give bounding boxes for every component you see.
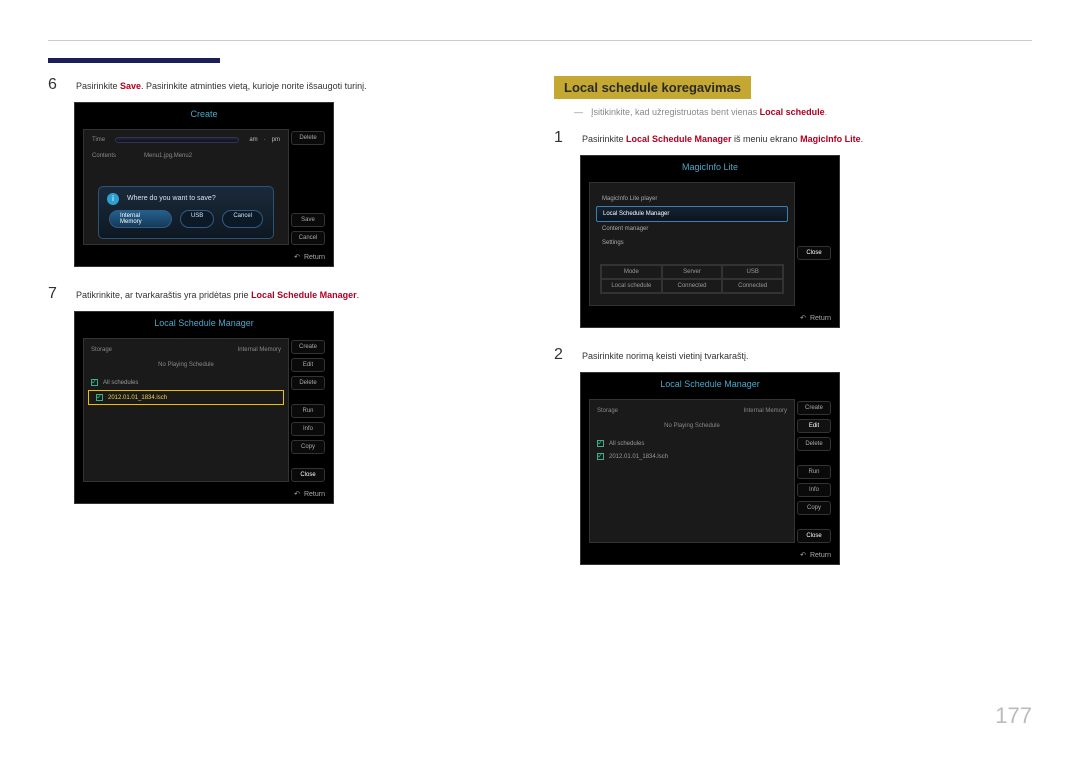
run-button[interactable]: Run	[797, 465, 831, 479]
menu-item[interactable]: Settings	[596, 236, 788, 250]
checkbox-icon	[597, 440, 604, 447]
step-2: 2 Pasirinkite norimą keisti vietinį tvar…	[554, 346, 1032, 364]
return-icon: ↶	[800, 314, 806, 322]
step-number: 2	[554, 346, 570, 364]
list-item[interactable]: All schedules	[84, 376, 288, 389]
close-button[interactable]: Close	[797, 529, 831, 543]
info-icon: i	[107, 193, 119, 205]
dialog-question: Where do you want to save?	[127, 195, 263, 202]
screenshot-create: Create Timeam·pm ContentsMenu1.jpg,Menu2…	[74, 102, 334, 267]
close-button[interactable]: Close	[291, 468, 325, 482]
run-button[interactable]: Run	[291, 404, 325, 418]
copy-button[interactable]: Copy	[797, 501, 831, 515]
step-text: Pasirinkite norimą keisti vietinį tvarka…	[582, 346, 749, 364]
save-button[interactable]: Save	[291, 213, 325, 227]
list-item[interactable]: All schedules	[590, 437, 794, 450]
step-text: Pasirinkite Local Schedule Manager iš me…	[582, 129, 863, 147]
create-button[interactable]: Create	[291, 340, 325, 354]
right-column: Local schedule koregavimas ―Įsitikinkite…	[554, 76, 1032, 583]
usb-button[interactable]: USB	[180, 210, 214, 228]
delete-button[interactable]: Delete	[797, 437, 831, 451]
panel-title: Local Schedule Manager	[75, 312, 333, 332]
delete-button[interactable]: Delete	[291, 131, 325, 145]
status-grid: Mode Server USB Local schedule Connected…	[600, 264, 784, 294]
edit-button[interactable]: Edit	[797, 419, 831, 433]
page-number: 177	[995, 703, 1032, 729]
section-note: ―Įsitikinkite, kad užregistruotas bent v…	[574, 107, 1032, 117]
step-7: 7 Patikrinkite, ar tvarkaraštis yra prid…	[48, 285, 526, 303]
step-6: 6 Pasirinkite Save. Pasirinkite atmintie…	[48, 76, 526, 94]
section-heading: Local schedule koregavimas	[554, 76, 751, 99]
info-button[interactable]: Info	[291, 422, 325, 436]
step-text: Patikrinkite, ar tvarkaraštis yra pridėt…	[76, 285, 359, 303]
step-text: Pasirinkite Save. Pasirinkite atminties …	[76, 76, 367, 94]
return-icon: ↶	[800, 551, 806, 559]
header-accent	[48, 58, 220, 63]
return-icon: ↶	[294, 490, 300, 498]
checkbox-icon	[597, 453, 604, 460]
close-button[interactable]: Close	[797, 246, 831, 260]
menu-item[interactable]: MagicInfo Lite player	[596, 192, 788, 206]
menu-item[interactable]: Local Schedule Manager	[596, 206, 788, 222]
save-dialog: i Where do you want to save? Internal Me…	[98, 186, 274, 239]
step-1: 1 Pasirinkite Local Schedule Manager iš …	[554, 129, 1032, 147]
edit-button[interactable]: Edit	[291, 358, 325, 372]
screenshot-lsm: Local Schedule Manager StorageInternal M…	[74, 311, 334, 504]
copy-button[interactable]: Copy	[291, 440, 325, 454]
create-button[interactable]: Create	[797, 401, 831, 415]
cancel-button[interactable]: Cancel	[291, 231, 325, 245]
list-item[interactable]: 2012.01.01_1834.lsch	[590, 450, 794, 463]
step-number: 7	[48, 285, 64, 303]
step-number: 6	[48, 76, 64, 94]
panel-title: Create	[75, 103, 333, 123]
panel-title: Local Schedule Manager	[581, 373, 839, 393]
delete-button[interactable]: Delete	[291, 376, 325, 390]
list-item[interactable]: 2012.01.01_1834.lsch	[88, 390, 284, 405]
screenshot-magicinfo-lite: MagicInfo Lite MagicInfo Lite player Loc…	[580, 155, 840, 328]
menu-item[interactable]: Content manager	[596, 222, 788, 236]
internal-memory-button[interactable]: Internal Memory	[109, 210, 172, 228]
left-column: 6 Pasirinkite Save. Pasirinkite atmintie…	[48, 76, 526, 583]
checkbox-icon	[91, 379, 98, 386]
checkbox-icon	[96, 394, 103, 401]
panel-title: MagicInfo Lite	[581, 156, 839, 176]
step-number: 1	[554, 129, 570, 147]
screenshot-lsm-2: Local Schedule Manager StorageInternal M…	[580, 372, 840, 565]
cancel-button[interactable]: Cancel	[222, 210, 263, 228]
return-icon: ↶	[294, 253, 300, 261]
info-button[interactable]: Info	[797, 483, 831, 497]
